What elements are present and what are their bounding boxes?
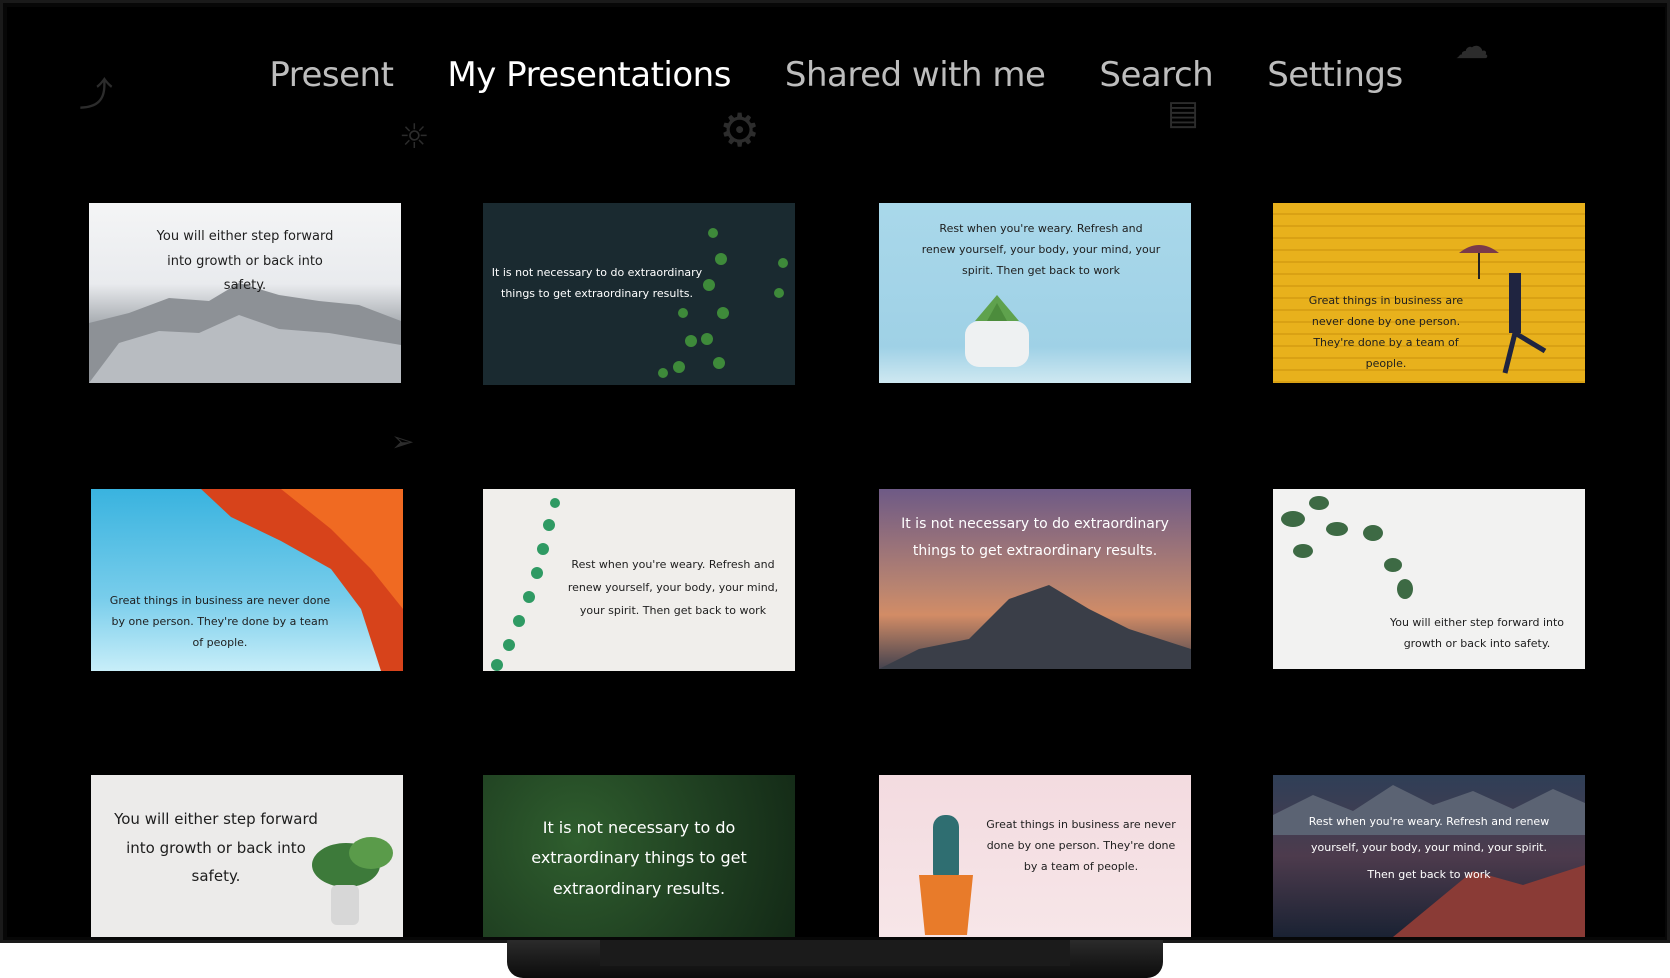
tab-search[interactable]: Search [1099, 55, 1213, 95]
gear-icon: ⚙ [719, 103, 761, 157]
slide-quote: You will either step forward into growth… [1389, 616, 1565, 650]
tab-my-presentations[interactable]: My Presentations [447, 55, 731, 95]
slide-quote: You will either step forward into growth… [156, 229, 334, 294]
paper-plane-icon: ➢ [391, 425, 415, 458]
slide-quote: It is not necessary to do extraordinary … [531, 818, 747, 898]
slide-quote: It is not necessary to do extraordinary … [901, 516, 1169, 559]
slide-quote: It is not necessary to do extraordinary … [491, 266, 703, 300]
slide-thumbnail[interactable]: It is not necessary to do extraordinary … [483, 775, 795, 937]
slide-thumbnail[interactable]: You will either step forward into growth… [1273, 489, 1585, 669]
documents-icon: ▤ [1167, 93, 1200, 133]
slide-quote: You will either step forward into growth… [114, 810, 318, 885]
tv-stand-base [600, 940, 1070, 966]
slide-thumbnail[interactable]: You will either step forward into growth… [89, 203, 401, 383]
tab-shared-with-me[interactable]: Shared with me [785, 55, 1046, 95]
tab-present[interactable]: Present [269, 55, 394, 95]
slide-quote: Great things in business are never done … [109, 594, 331, 649]
slide-thumbnail[interactable]: Great things in business are never done … [879, 775, 1191, 937]
tab-settings[interactable]: Settings [1267, 55, 1403, 95]
slide-quote: Rest when you're weary. Refresh and rene… [1308, 815, 1550, 881]
slide-thumbnail[interactable]: It is not necessary to do extraordinary … [879, 489, 1191, 669]
slide-thumbnail[interactable]: Great things in business are never done … [1273, 203, 1585, 383]
slide-thumbnail[interactable]: Rest when you're weary. Refresh and rene… [879, 203, 1191, 383]
slide-thumbnail[interactable]: You will either step forward into growth… [91, 775, 403, 937]
slide-thumbnail[interactable]: Rest when you're weary. Refresh and rene… [1273, 775, 1585, 937]
lightbulb-icon: ☼ [399, 117, 430, 157]
top-navigation: Present My Presentations Shared with me … [7, 55, 1665, 95]
slide-quote: Rest when you're weary. Refresh and rene… [567, 558, 779, 618]
slide-thumbnail[interactable]: Great things in business are never done … [91, 489, 403, 671]
tv-frame: ⤴ ☼ ⚙ ▤ ☁ ➢ Present My Presentations Sha… [0, 0, 1670, 943]
slide-thumbnail[interactable]: It is not necessary to do extraordinary … [483, 203, 795, 385]
tv-screen: ⤴ ☼ ⚙ ▤ ☁ ➢ Present My Presentations Sha… [7, 7, 1665, 937]
slide-quote: Great things in business are never done … [986, 818, 1176, 873]
slide-thumbnail[interactable]: Rest when you're weary. Refresh and rene… [483, 489, 795, 671]
slide-quote: Great things in business are never done … [1308, 294, 1464, 370]
slide-quote: Rest when you're weary. Refresh and rene… [921, 222, 1161, 277]
